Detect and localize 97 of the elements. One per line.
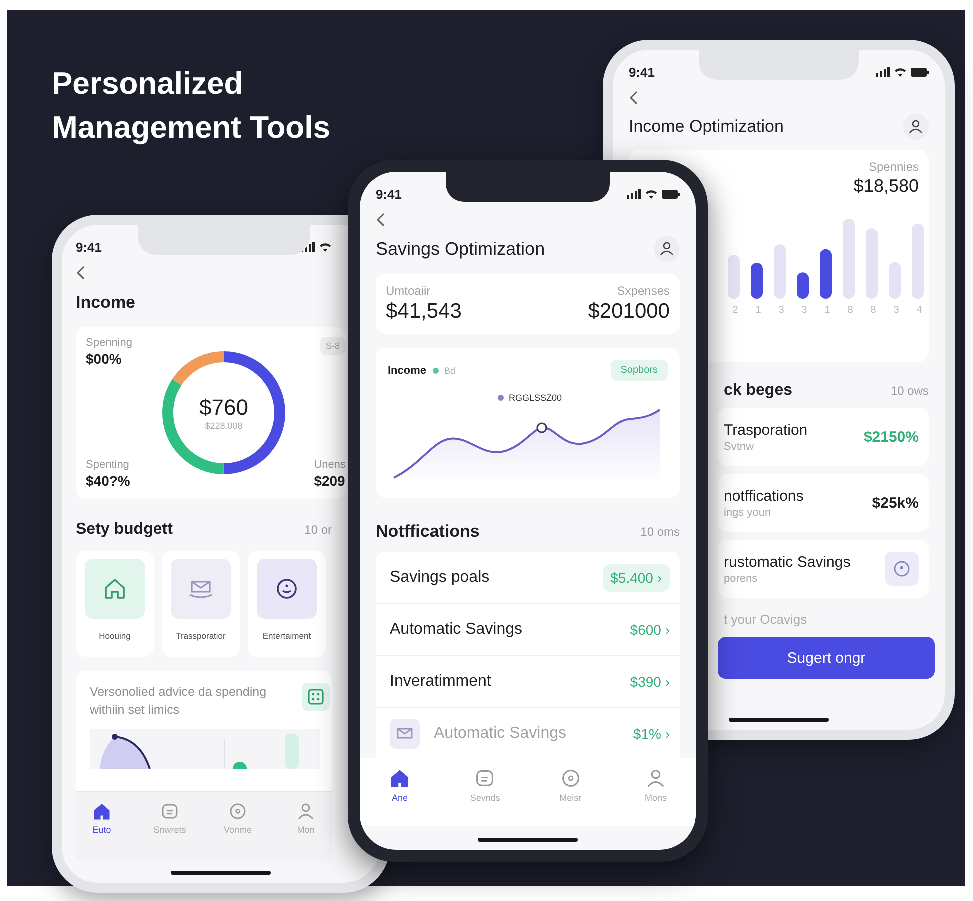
battery-icon xyxy=(662,190,680,198)
point-dot-icon xyxy=(498,395,504,401)
back-icon[interactable] xyxy=(76,265,86,281)
axis-label: 3 xyxy=(778,305,786,316)
category-tile[interactable]: Trassporatior xyxy=(162,551,240,657)
item-title: notffications xyxy=(724,488,805,504)
bar xyxy=(889,262,901,299)
category-label: Entertaiment xyxy=(262,631,312,641)
home-icon xyxy=(389,768,411,790)
section-title: ck beges xyxy=(724,382,792,400)
wifi-icon xyxy=(319,242,332,252)
bar xyxy=(728,255,740,299)
bar xyxy=(866,228,878,299)
donut-caption: $228.008 xyxy=(205,421,243,431)
smiley-icon xyxy=(274,576,300,602)
nav-tab[interactable]: Euto xyxy=(76,802,128,861)
headline: Personalized Management Tools xyxy=(52,65,332,147)
axis-label: 8 xyxy=(846,305,854,316)
list-item-label[interactable]: Inveratimment xyxy=(390,672,492,690)
point-label: RGGLSSZ00 xyxy=(509,393,562,403)
target-icon[interactable] xyxy=(885,552,919,586)
bar xyxy=(774,244,786,299)
section-count: 10 or xyxy=(304,523,332,537)
signal-icon xyxy=(627,189,641,199)
axis-label: 8 xyxy=(870,305,878,316)
wifi-icon xyxy=(894,67,907,77)
amount-link[interactable]: $600 › xyxy=(630,622,670,638)
signal-icon xyxy=(876,67,890,77)
amount-link[interactable]: $390 › xyxy=(630,674,670,690)
item-subtitle: porens xyxy=(724,572,759,584)
amount: $2150% xyxy=(864,428,919,446)
badge: S-8 xyxy=(320,337,346,355)
home-icon xyxy=(92,802,112,822)
bar xyxy=(797,272,809,299)
stat-value: $209 xyxy=(314,473,346,489)
section-count: 10 oms xyxy=(640,525,680,539)
back-icon[interactable] xyxy=(629,90,639,106)
item-subtitle: Svtnw xyxy=(724,440,755,452)
category-label: Hoouing xyxy=(99,631,131,641)
category-tile[interactable]: Entertaiment xyxy=(248,551,326,657)
section-title: Notffications xyxy=(376,522,480,542)
nav-tab[interactable]: Ane xyxy=(374,768,426,826)
stat-value: $00% xyxy=(86,351,123,367)
stat-label: Unens xyxy=(314,459,346,471)
advice-text: Versonolied advice da spending withiin set limics xyxy=(90,684,268,719)
axis-label: 3 xyxy=(800,305,808,316)
stat-label: Spenting xyxy=(86,459,130,471)
stat-label: Spenning xyxy=(86,337,134,349)
profile-icon[interactable] xyxy=(903,114,929,140)
category-label: Trassporatior xyxy=(176,631,226,641)
stat-value: $201000 xyxy=(588,300,670,324)
axis-label: 3 xyxy=(892,305,900,316)
back-icon[interactable] xyxy=(376,212,386,228)
section-count: 10 ows xyxy=(890,384,929,398)
screen-title: Income xyxy=(76,293,137,313)
grid-icon[interactable] xyxy=(302,683,330,711)
axis-label: 1 xyxy=(754,305,762,316)
envelope-icon xyxy=(390,718,420,748)
screen-title: Income Optimization xyxy=(629,117,784,137)
profile-icon[interactable] xyxy=(654,236,680,262)
bar xyxy=(751,263,763,299)
battery-icon xyxy=(911,68,929,76)
item-title: Trasporation xyxy=(724,422,809,438)
person-icon xyxy=(296,802,316,822)
status-time: 9:41 xyxy=(376,186,402,202)
amount: $25k% xyxy=(872,494,919,512)
list-card[interactable]: notffications ings youn $25k% xyxy=(718,474,929,532)
suggest-button[interactable]: Sugert ongr xyxy=(718,637,935,679)
legend-dot-icon xyxy=(432,368,439,374)
status-time: 9:41 xyxy=(76,240,102,254)
stat-label: Umtoaiir xyxy=(386,284,432,298)
amount-link[interactable]: $1% › xyxy=(633,726,670,742)
axis-label: 4 xyxy=(916,305,924,316)
legend-label: Bd xyxy=(444,366,456,376)
stat-value: $18,580 xyxy=(852,176,919,197)
hint-text: t your Ocavigs xyxy=(723,612,808,627)
item-subtitle: ings youn xyxy=(724,506,772,518)
axis-label: 2 xyxy=(732,305,740,316)
item-title: rustomatic Savings xyxy=(724,554,852,570)
list-item-label[interactable]: Automatic Savings xyxy=(390,620,523,638)
stat-label: Sxpenses xyxy=(616,284,670,298)
list-card[interactable]: rustomatic Savings porens xyxy=(718,540,929,598)
stat-value: $41,543 xyxy=(386,300,462,324)
bar xyxy=(820,249,832,299)
house-icon xyxy=(102,576,128,602)
donut-value: $760 xyxy=(200,395,248,421)
screen-title: Savings Optimization xyxy=(376,238,546,260)
stat-label: Spennies xyxy=(868,160,919,174)
section-title: Sety budgett xyxy=(76,521,173,539)
wifi-icon xyxy=(645,189,658,199)
stat-value: $40?% xyxy=(86,473,132,489)
category-tile[interactable]: Hoouing xyxy=(76,551,154,657)
chart-title: Income xyxy=(388,364,427,376)
list-item-label[interactable]: Savings poals xyxy=(390,568,490,586)
list-card[interactable]: Trasporation Svtnw $2150% xyxy=(718,408,929,466)
status-time: 9:41 xyxy=(629,64,656,80)
axis-label: 1 xyxy=(824,305,832,316)
